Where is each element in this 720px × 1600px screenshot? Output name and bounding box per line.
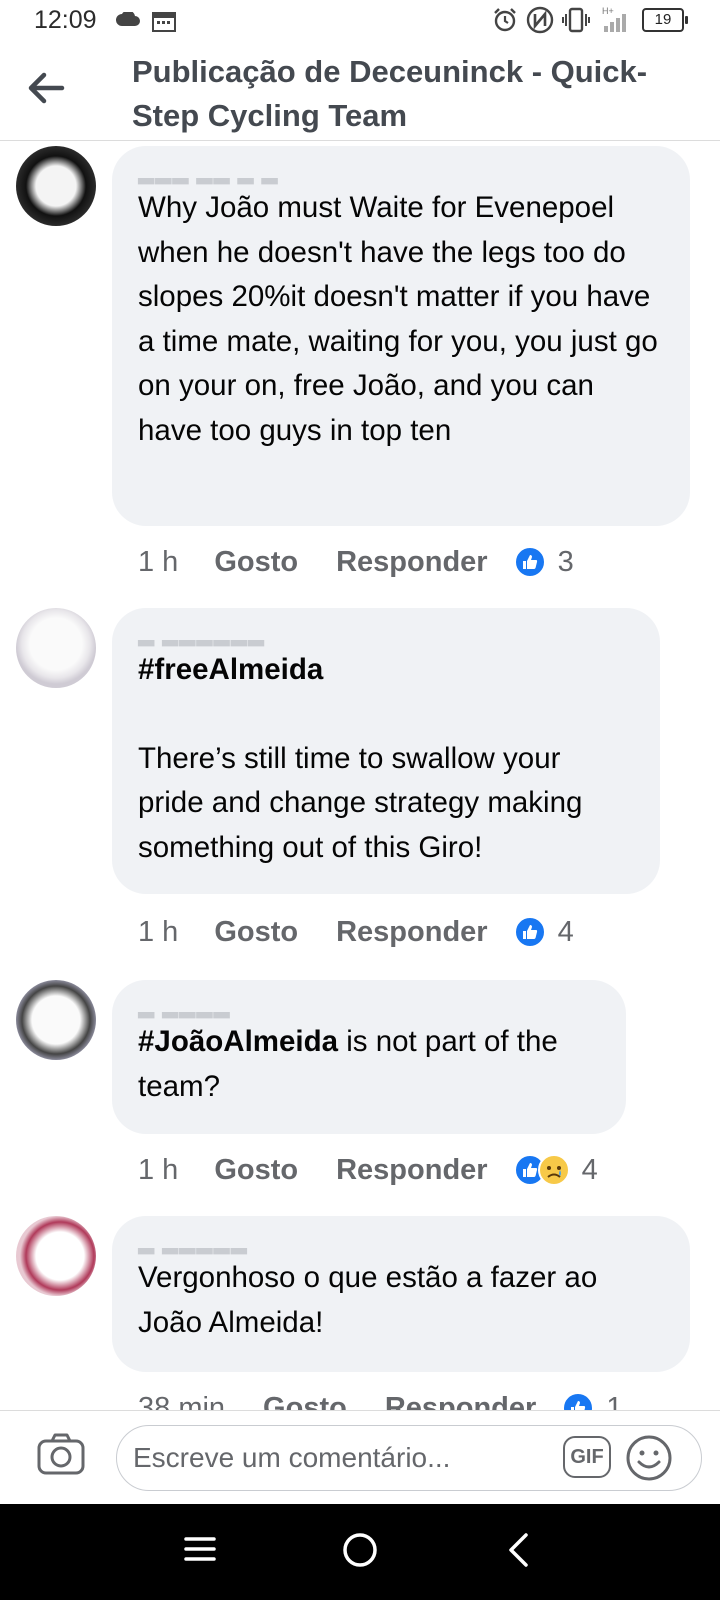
comment-timestamp[interactable]: 1 h	[138, 1154, 178, 1187]
like-button[interactable]: Gosto	[214, 916, 298, 949]
comment-input[interactable]	[131, 1426, 555, 1490]
reply-button[interactable]: Responder	[336, 1154, 487, 1187]
nav-back-icon[interactable]	[506, 1532, 530, 1568]
avatar[interactable]	[16, 146, 96, 226]
status-bar: 12:09 H+ 19	[0, 0, 720, 44]
comment-actions: 1 h Gosto Responder 4	[138, 912, 574, 952]
home-circle-icon[interactable]	[342, 1532, 378, 1568]
comment-bubble: ▂ ▂▂▂▂▂▂ #freeAlmeida There’s still time…	[112, 608, 660, 894]
camera-icon[interactable]	[36, 1431, 86, 1477]
status-icons: H+ 19	[492, 6, 688, 34]
reply-button[interactable]: Responder	[336, 916, 487, 949]
alarm-icon	[494, 8, 516, 32]
like-button[interactable]: Gosto	[214, 1154, 298, 1187]
avatar[interactable]	[16, 608, 96, 688]
comment-timestamp[interactable]: 1 h	[138, 916, 178, 949]
reply-button[interactable]: Responder	[385, 1392, 536, 1411]
comment-timestamp[interactable]: 1 h	[138, 546, 178, 579]
comment-bubble: ▂ ▂▂▂▂ #JoãoAlmeida is not part of the t…	[112, 980, 626, 1134]
emoji-icon[interactable]	[625, 1434, 673, 1482]
reactions-summary[interactable]: 1	[562, 1391, 623, 1411]
comment-actions: 1 h Gosto Responder 4	[138, 1150, 598, 1190]
cloud-icon	[116, 12, 140, 26]
comment-actions: 38 min Gosto Responder 1	[138, 1388, 622, 1410]
comment-author-blurred[interactable]: ▂ ▂▂▂▂▂	[138, 1230, 664, 1256]
vibrate-icon	[562, 7, 590, 33]
hashtag-link[interactable]: #JoãoAlmeida	[138, 1025, 338, 1058]
comment-text: Vergonhoso o que estão a fazer ao João A…	[138, 1261, 598, 1339]
reply-button[interactable]: Responder	[336, 546, 487, 579]
avatar[interactable]	[16, 1216, 96, 1296]
reaction-count: 4	[557, 915, 574, 948]
comment-bubble: ▂▂▂ ▂▂ ▂ ▂ Why João must Waite for Evene…	[112, 146, 690, 526]
like-reaction-icon	[513, 916, 546, 948]
reaction-count: 3	[557, 545, 574, 578]
like-button[interactable]: Gosto	[263, 1392, 347, 1411]
comment-hashtag[interactable]: #freeAlmeida	[138, 648, 634, 693]
comment-timestamp[interactable]: 38 min	[138, 1392, 225, 1411]
hashtag-link[interactable]: #freeAlmeida	[138, 653, 323, 686]
back-arrow-icon[interactable]	[24, 66, 68, 110]
comment-bubble: ▂ ▂▂▂▂▂ Vergonhoso o que estão a fazer a…	[112, 1216, 690, 1372]
avatar[interactable]	[16, 980, 96, 1060]
app-header: Publicação de Deceuninck - Quick-Step Cy…	[0, 44, 720, 141]
comment-author-blurred[interactable]: ▂ ▂▂▂▂▂▂	[138, 622, 634, 648]
reactions-summary[interactable]: 4	[513, 915, 574, 949]
signal-icon: H+	[602, 6, 626, 32]
reaction-count: 4	[581, 1153, 598, 1186]
comment-author-blurred[interactable]: ▂ ▂▂▂▂	[138, 994, 600, 1020]
sad-reaction-icon	[537, 1154, 570, 1186]
comment-author-blurred[interactable]: ▂▂▂ ▂▂ ▂ ▂	[138, 160, 664, 186]
comment-text: There’s still time to swallow your pride…	[138, 741, 583, 864]
page-title: Publicação de Deceuninck - Quick-Step Cy…	[132, 54, 648, 133]
battery-indicator: 19	[642, 8, 688, 32]
comment-text: #JoãoAlmeida is not part of the team?	[138, 1020, 600, 1109]
reactions-summary[interactable]: 3	[513, 545, 574, 579]
nfc-icon	[526, 6, 554, 34]
svg-text:H+: H+	[602, 6, 614, 16]
status-time: 12:09	[34, 6, 97, 34]
reactions-summary[interactable]: 4	[513, 1153, 598, 1187]
system-navigation-bar	[0, 1504, 720, 1600]
comment-item: ▂ ▂▂▂▂▂ Vergonhoso o que estão a fazer a…	[0, 1216, 720, 1410]
comment-text: Why João must Waite for Evenepoel when h…	[138, 191, 658, 447]
like-reaction-icon	[513, 546, 546, 578]
comment-actions: 1 h Gosto Responder 3	[138, 542, 574, 582]
reaction-count: 1	[606, 1391, 623, 1411]
menu-icon[interactable]	[184, 1534, 216, 1564]
comment-input-container[interactable]: GIF	[116, 1425, 702, 1491]
like-button[interactable]: Gosto	[214, 546, 298, 579]
like-reaction-icon	[562, 1392, 595, 1410]
gif-button[interactable]: GIF	[563, 1436, 611, 1478]
calendar-icon	[152, 12, 176, 32]
comment-composer: GIF	[0, 1410, 720, 1505]
